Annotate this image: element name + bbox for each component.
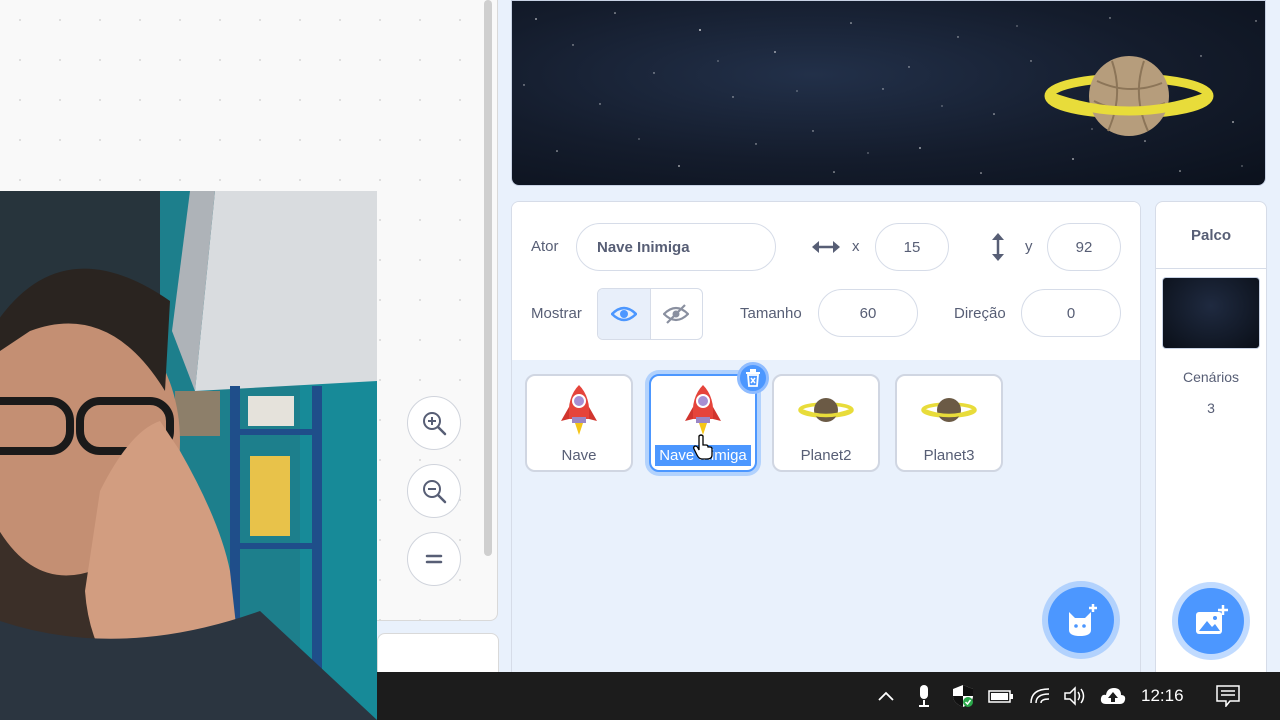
zoom-out-icon: [423, 480, 447, 504]
microphone-icon: [919, 685, 929, 707]
battery-button[interactable]: [988, 684, 1014, 708]
shield-check-icon: [953, 685, 973, 707]
speaker-icon: [1064, 686, 1085, 706]
planet-icon: [921, 398, 977, 422]
workspace-scrollbar[interactable]: [484, 0, 492, 556]
backpack-panel: [377, 633, 499, 675]
planet-sprite-icon: [1044, 56, 1214, 136]
y-position-input[interactable]: 92: [1047, 223, 1121, 271]
sprite-tile-label: Planet3: [923, 447, 975, 464]
rocket-icon: [685, 385, 721, 435]
visibility-toggle: [597, 288, 703, 340]
sprite-tile-nave-inimiga[interactable]: Nave Inimiga: [649, 362, 769, 472]
taskbar: 12:16: [377, 672, 1280, 720]
sprite-name-input[interactable]: Nave Inimiga: [576, 223, 776, 271]
battery-icon: [988, 690, 1013, 703]
horizontal-arrows-icon: [812, 241, 840, 253]
planet-icon: [798, 398, 854, 422]
size-label: Tamanho: [740, 305, 802, 322]
hand-cursor-icon: [693, 434, 713, 460]
vertical-arrows-icon: [992, 233, 1004, 261]
sprite-tile-label: Nave: [561, 447, 597, 464]
notification-icon: [1216, 685, 1240, 707]
delete-sprite-button[interactable]: [737, 362, 769, 394]
equals-icon: [425, 554, 443, 564]
direction-input[interactable]: 0: [1021, 289, 1121, 337]
microphone-button[interactable]: [913, 684, 935, 708]
stage-thumbnail[interactable]: [1162, 277, 1260, 349]
show-sprite-button[interactable]: [598, 289, 651, 339]
zoom-out-button[interactable]: [407, 464, 461, 518]
show-label: Mostrar: [531, 305, 582, 322]
x-label: x: [852, 238, 860, 255]
zoom-in-button[interactable]: [407, 396, 461, 450]
direction-label: Direção: [954, 305, 1006, 322]
webcam-video-image: [0, 191, 377, 720]
backdrops-label: Cenários: [1182, 369, 1240, 385]
sprite-list: Nave Nave Inimiga Planet2 Planet3: [512, 360, 1140, 680]
x-position-input[interactable]: 15: [875, 223, 949, 271]
image-plus-icon: [1196, 605, 1228, 634]
eye-icon: [610, 306, 637, 322]
webcam-overlay: [0, 191, 377, 720]
y-label: y: [1025, 238, 1033, 255]
sprite-tile-label: Planet2: [800, 447, 852, 464]
volume-button[interactable]: [1062, 684, 1088, 708]
hide-sprite-button[interactable]: [651, 289, 703, 339]
zoom-reset-button[interactable]: [407, 532, 461, 586]
sprite-properties: Ator Nave Inimiga x 15 y 92 Mostrar Tama…: [512, 202, 1140, 361]
cat-plus-icon: [1069, 604, 1097, 636]
cloud-upload-icon: [1100, 688, 1126, 704]
rocket-icon: [561, 385, 597, 435]
sprite-label: Ator: [531, 238, 559, 255]
stage-selector-panel[interactable]: Palco Cenários 3: [1155, 201, 1267, 681]
notifications-button[interactable]: [1215, 684, 1241, 708]
taskbar-clock[interactable]: 12:16: [1141, 686, 1184, 706]
add-backdrop-button[interactable]: [1178, 588, 1244, 654]
chevron-up-icon: [878, 691, 894, 701]
size-input[interactable]: 60: [818, 289, 918, 337]
sprite-tile-nave[interactable]: Nave: [525, 374, 633, 472]
sprite-tile-planet2[interactable]: Planet2: [772, 374, 880, 472]
cloud-upload-button[interactable]: [1099, 684, 1127, 708]
stage-title: Palco: [1156, 202, 1266, 269]
stage-backdrop: [523, 12, 1257, 174]
zoom-in-icon: [423, 412, 447, 436]
backdrops-count: 3: [1207, 400, 1215, 416]
sprite-tile-planet3[interactable]: Planet3: [895, 374, 1003, 472]
trash-icon: [746, 369, 760, 387]
eye-slash-icon: [663, 304, 690, 324]
add-sprite-button[interactable]: [1048, 587, 1114, 653]
wifi-button[interactable]: [1028, 684, 1052, 708]
sprite-info-panel: Ator Nave Inimiga x 15 y 92 Mostrar Tama…: [511, 201, 1141, 681]
wifi-icon: [1030, 688, 1050, 704]
security-button[interactable]: [951, 684, 975, 708]
stage-canvas[interactable]: [511, 0, 1266, 186]
show-hidden-icons-button[interactable]: [875, 684, 897, 708]
